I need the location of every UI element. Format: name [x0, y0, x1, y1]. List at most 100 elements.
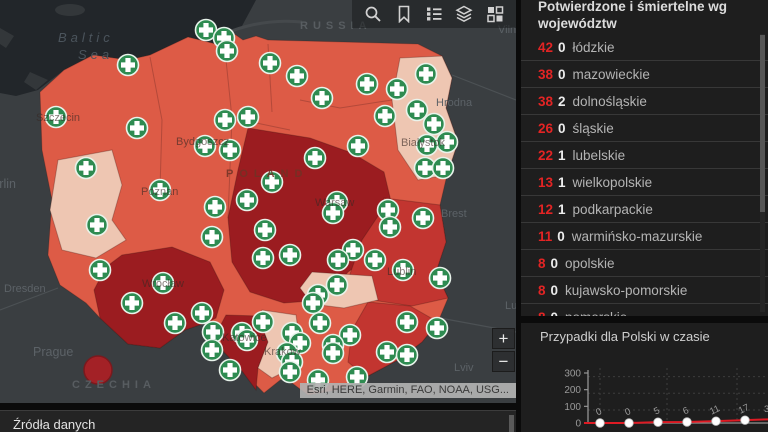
- case-cross-marker[interactable]: [424, 114, 445, 135]
- deaths-count: 0: [551, 283, 559, 298]
- svg-text:6: 6: [681, 405, 690, 417]
- case-cross-marker[interactable]: [238, 107, 259, 128]
- case-cross-marker[interactable]: [365, 250, 386, 271]
- case-cross-marker[interactable]: [262, 172, 283, 193]
- case-cross-marker[interactable]: [253, 312, 274, 333]
- chart-data-point[interactable]: [683, 418, 692, 427]
- case-cross-marker[interactable]: [220, 360, 241, 381]
- case-cross-marker[interactable]: [413, 208, 434, 229]
- case-cross-marker[interactable]: [280, 245, 301, 266]
- case-cross-marker[interactable]: [437, 132, 458, 153]
- case-cross-marker[interactable]: [90, 260, 111, 281]
- case-cross-marker[interactable]: [192, 303, 213, 324]
- case-cross-marker[interactable]: [433, 158, 454, 179]
- case-cross-marker[interactable]: [165, 313, 186, 334]
- bookmark-icon[interactable]: [395, 5, 413, 23]
- stats-row[interactable]: 80kujawsko-pomorskie: [521, 277, 768, 304]
- case-cross-marker[interactable]: [303, 293, 324, 314]
- case-cross-marker[interactable]: [305, 148, 326, 169]
- case-cross-marker[interactable]: [237, 190, 258, 211]
- chart-data-point[interactable]: [625, 419, 634, 428]
- svg-text:300: 300: [564, 369, 581, 380]
- sources-panel-title: Źródła danych: [0, 411, 516, 432]
- case-cross-marker[interactable]: [237, 330, 258, 351]
- case-cross-marker[interactable]: [220, 140, 241, 161]
- stats-row[interactable]: 260śląskie: [521, 115, 768, 142]
- search-icon[interactable]: [364, 5, 382, 23]
- case-cross-marker[interactable]: [377, 342, 398, 363]
- case-cross-marker[interactable]: [323, 203, 344, 224]
- stats-row[interactable]: 420łódzkie: [521, 34, 768, 61]
- chart-data-point[interactable]: [654, 418, 663, 427]
- case-cross-marker[interactable]: [202, 227, 223, 248]
- case-cross-marker[interactable]: [127, 118, 148, 139]
- cases-time-chart[interactable]: 0100200300 005611173: [521, 323, 768, 432]
- deaths-count: 0: [551, 310, 559, 317]
- case-cross-marker[interactable]: [393, 260, 414, 281]
- case-cross-marker[interactable]: [380, 217, 401, 238]
- case-cross-marker[interactable]: [417, 135, 438, 156]
- stats-row[interactable]: 80pomorskie: [521, 304, 768, 316]
- case-cross-marker[interactable]: [310, 313, 331, 334]
- case-cross-marker[interactable]: [260, 53, 281, 74]
- case-cross-marker[interactable]: [255, 220, 276, 241]
- case-cross-marker[interactable]: [430, 268, 451, 289]
- case-cross-marker[interactable]: [407, 100, 428, 121]
- stats-row[interactable]: 382dolnośląskie: [521, 88, 768, 115]
- stats-row[interactable]: 131wielkopolskie: [521, 169, 768, 196]
- case-cross-marker[interactable]: [280, 362, 301, 383]
- case-cross-marker[interactable]: [46, 107, 67, 128]
- case-cross-marker[interactable]: [427, 318, 448, 339]
- map-panel[interactable]: BalticSeaRUSSIAVilniBerlinDresdenPragueC…: [0, 0, 516, 403]
- voivodeship-name: śląskie: [573, 121, 614, 136]
- zoom-out-button[interactable]: −: [492, 351, 515, 372]
- case-cross-marker[interactable]: [118, 55, 139, 76]
- case-cross-marker[interactable]: [287, 66, 308, 87]
- case-cross-marker[interactable]: [195, 136, 216, 157]
- case-cross-marker[interactable]: [205, 197, 226, 218]
- case-cross-marker[interactable]: [215, 110, 236, 131]
- case-cross-marker[interactable]: [328, 250, 349, 271]
- case-cross-marker[interactable]: [153, 273, 174, 294]
- zoom-in-button[interactable]: +: [492, 328, 515, 349]
- poland-map[interactable]: [0, 0, 516, 403]
- chart-data-point[interactable]: [712, 417, 721, 426]
- confirmed-count: 26: [538, 121, 553, 136]
- basemap-grid-icon[interactable]: [486, 5, 504, 23]
- case-cross-marker[interactable]: [357, 74, 378, 95]
- case-cross-marker[interactable]: [397, 345, 418, 366]
- sources-panel: Źródła danych: [0, 410, 516, 432]
- stats-row[interactable]: 80opolskie: [521, 250, 768, 277]
- voivodeship-name: kujawsko-pomorskie: [565, 283, 687, 298]
- stats-row[interactable]: 110warmińsko-mazurskie: [521, 223, 768, 250]
- case-cross-marker[interactable]: [122, 293, 143, 314]
- stats-row[interactable]: 121podkarpackie: [521, 196, 768, 223]
- case-cross-marker[interactable]: [202, 340, 223, 361]
- case-cross-marker[interactable]: [76, 158, 97, 179]
- case-cross-marker[interactable]: [348, 136, 369, 157]
- legend-list-icon[interactable]: [425, 5, 443, 23]
- czechia-case-bubble[interactable]: [84, 356, 112, 384]
- case-cross-marker[interactable]: [416, 64, 437, 85]
- case-cross-marker[interactable]: [150, 180, 171, 201]
- stats-row[interactable]: 221lubelskie: [521, 142, 768, 169]
- deaths-count: 1: [558, 202, 566, 217]
- chart-data-point[interactable]: [596, 419, 605, 428]
- case-cross-marker[interactable]: [387, 79, 408, 100]
- chart-data-point[interactable]: [741, 416, 750, 425]
- stats-row[interactable]: 380mazowieckie: [521, 61, 768, 88]
- voivodeship-name: dolnośląskie: [573, 94, 647, 109]
- case-cross-marker[interactable]: [87, 215, 108, 236]
- case-cross-marker[interactable]: [217, 41, 238, 62]
- case-cross-marker[interactable]: [253, 248, 274, 269]
- case-cross-marker[interactable]: [312, 88, 333, 109]
- case-cross-marker[interactable]: [397, 312, 418, 333]
- stats-scrollbar-thumb[interactable]: [760, 35, 765, 212]
- case-cross-marker[interactable]: [375, 106, 396, 127]
- svg-text:3: 3: [764, 404, 768, 415]
- case-cross-marker[interactable]: [327, 275, 348, 296]
- sources-scrollbar[interactable]: [509, 415, 514, 432]
- layers-icon[interactable]: [455, 5, 473, 23]
- case-cross-marker[interactable]: [323, 343, 344, 364]
- voivodeship-name: łódzkie: [573, 40, 615, 55]
